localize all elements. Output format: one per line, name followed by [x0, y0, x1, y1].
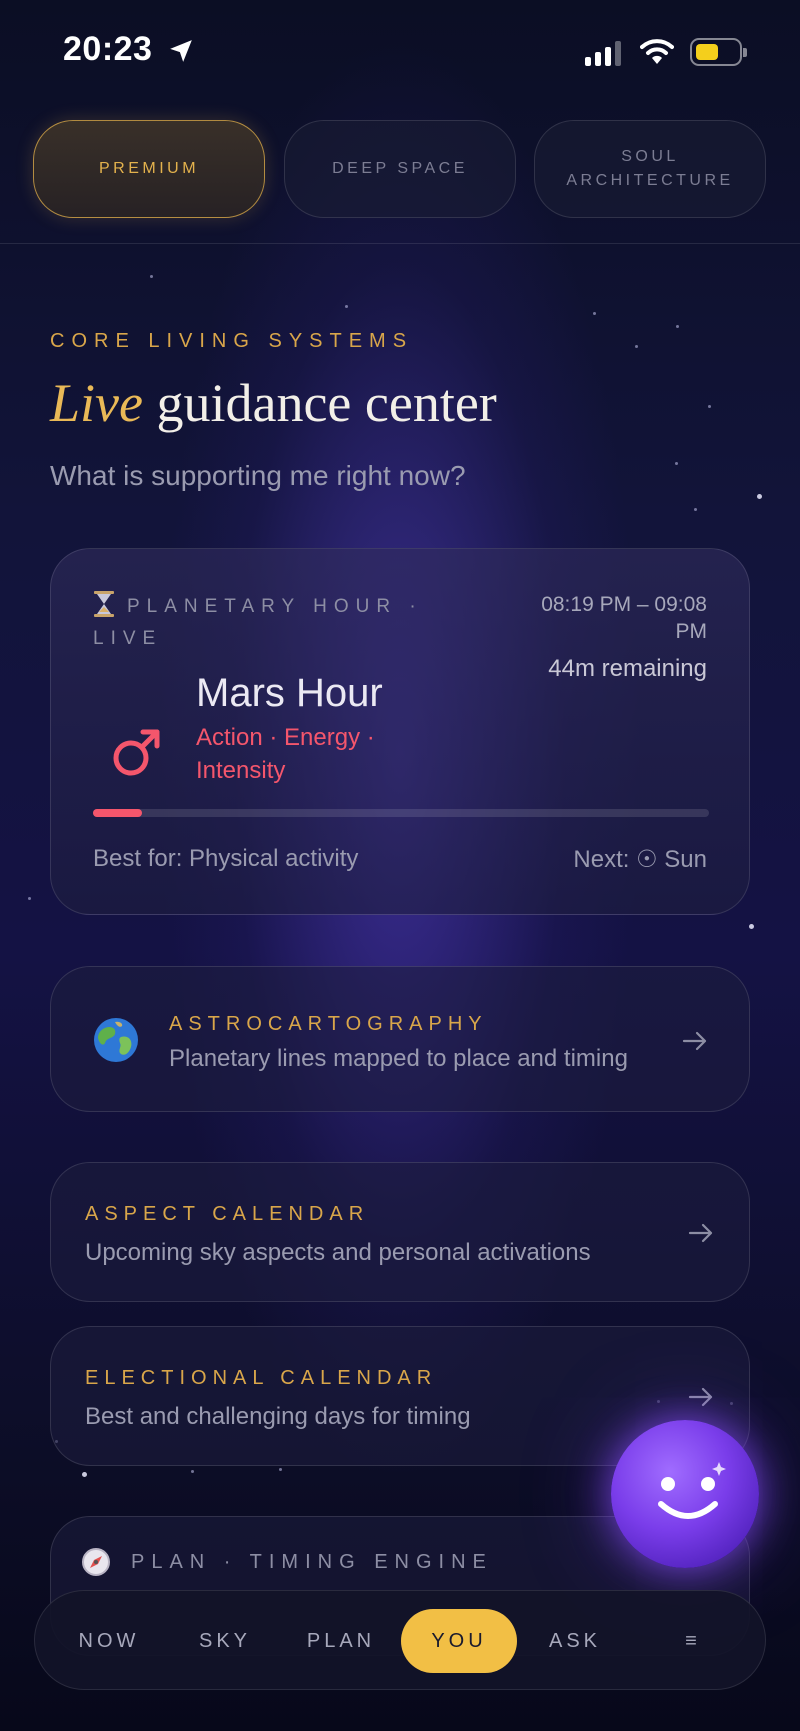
arrow-right-icon — [688, 1387, 713, 1407]
bottom-navigation: NOW SKY PLAN YOU ASK ≡ — [34, 1590, 766, 1690]
aspect-calendar-title: ASPECT CALENDAR — [85, 1203, 370, 1225]
page-title: Live guidance center — [50, 372, 497, 434]
smiley-face-icon — [658, 1462, 726, 1519]
electional-calendar-title: ELECTIONAL CALENDAR — [85, 1367, 438, 1389]
cellular-signal-icon — [585, 40, 621, 66]
planetary-hour-keywords: Action · Energy · Intensity — [196, 724, 375, 784]
nav-plan[interactable]: PLAN — [283, 1609, 399, 1673]
battery-icon — [690, 38, 747, 66]
title-emphasis: Live — [50, 373, 143, 433]
aspect-calendar-description: Upcoming sky aspects and personal activa… — [85, 1239, 591, 1266]
tab-soul-architecture[interactable]: SOUL ARCHITECTURE — [534, 120, 766, 218]
nav-you[interactable]: YOU — [401, 1609, 517, 1673]
location-arrow-icon — [170, 40, 192, 62]
hour-progress-fill — [93, 809, 143, 817]
next-hour-text: Next: ☉ Sun — [573, 846, 707, 873]
nav-sky[interactable]: SKY — [167, 1609, 283, 1673]
mars-symbol-icon — [113, 729, 160, 776]
astrocartography-card[interactable]: ASTROCARTOGRAPHY Planetary lines mapped … — [50, 966, 750, 1112]
electional-calendar-description: Best and challenging days for timing — [85, 1403, 471, 1430]
globe-icon — [94, 1018, 138, 1062]
tab-premium[interactable]: PREMIUM — [33, 120, 265, 218]
hourglass-icon — [94, 591, 114, 617]
nav-now[interactable]: NOW — [51, 1609, 167, 1673]
wifi-icon — [640, 39, 674, 64]
planetary-hour-label-text: PLANETARY HOUR · LIVE — [93, 596, 423, 649]
astrocartography-title: ASTROCARTOGRAPHY — [169, 1013, 488, 1035]
assistant-orb-button[interactable] — [611, 1420, 759, 1568]
title-rest: guidance center — [142, 373, 497, 433]
hour-remaining: 44m remaining — [548, 655, 707, 682]
tab-deep-space[interactable]: DEEP SPACE — [284, 120, 516, 218]
top-tab-bar: PREMIUM DEEP SPACE SOUL ARCHITECTURE — [0, 118, 800, 244]
plan-timing-title: PLAN · TIMING ENGINE — [131, 1551, 493, 1573]
page-subtitle: What is supporting me right now? — [50, 460, 466, 491]
compass-icon — [82, 1548, 110, 1576]
status-bar: 20:23 — [0, 0, 800, 100]
nav-ask[interactable]: ASK — [517, 1609, 633, 1673]
best-for-text: Best for: Physical activity — [93, 845, 359, 872]
hour-time-range: 08:19 PM – 09:08 PM — [541, 593, 707, 643]
planetary-hour-card[interactable]: PLANETARY HOUR · LIVE 08:19 PM – 09:08 P… — [50, 548, 750, 915]
astrocartography-description: Planetary lines mapped to place and timi… — [169, 1045, 628, 1072]
aspect-calendar-card[interactable]: ASPECT CALENDAR Upcoming sky aspects and… — [50, 1162, 750, 1302]
planetary-hour-name: Mars Hour — [196, 671, 383, 715]
arrow-right-icon — [682, 1031, 707, 1051]
hour-progress-track — [93, 809, 709, 817]
status-time: 20:23 — [63, 30, 153, 68]
section-eyebrow: CORE LIVING SYSTEMS — [50, 330, 414, 352]
nav-menu-button[interactable]: ≡ — [633, 1609, 749, 1673]
arrow-right-icon — [688, 1223, 713, 1243]
planetary-hour-label: PLANETARY HOUR · LIVE — [93, 591, 433, 655]
